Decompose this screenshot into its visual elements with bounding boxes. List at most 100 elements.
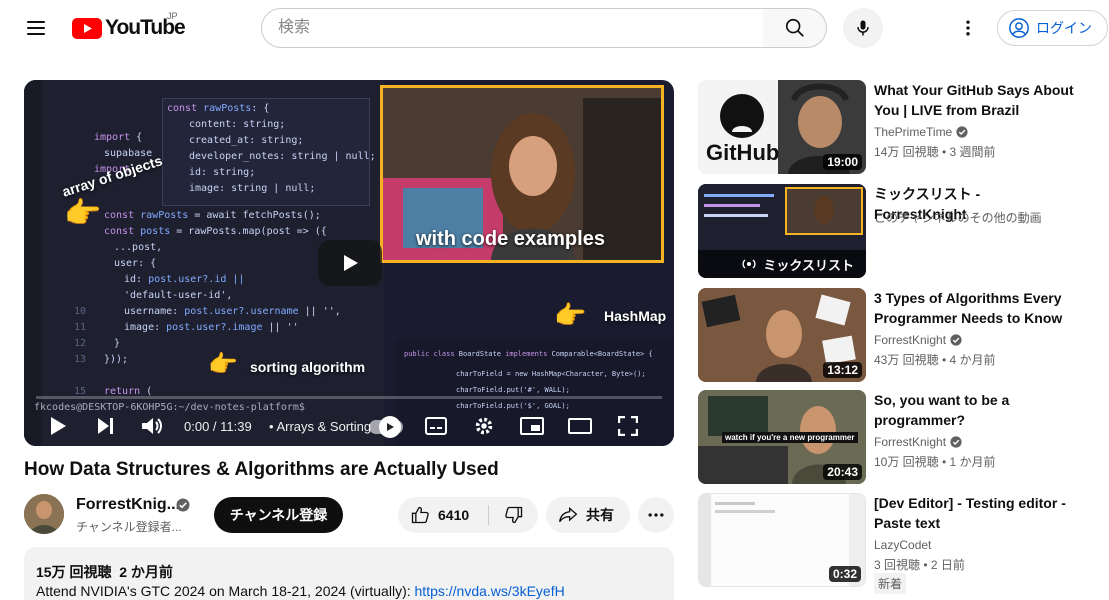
upload-date: 2 か月前 bbox=[119, 564, 173, 580]
recommended-channel-name: ForrestKnight bbox=[874, 435, 947, 449]
description-link[interactable]: https://nvda.ws/3kEyefH bbox=[415, 583, 565, 599]
channel-avatar-image bbox=[24, 494, 64, 534]
mix-thumbnail[interactable]: ミックスリスト bbox=[698, 184, 866, 278]
next-button[interactable] bbox=[92, 412, 120, 440]
overlay-sorting-label: sorting algorithm bbox=[250, 359, 366, 375]
chapter-title[interactable]: • Arrays & Sorting bbox=[269, 419, 371, 434]
play-button[interactable] bbox=[44, 412, 72, 440]
dislike-button[interactable] bbox=[489, 497, 538, 533]
subscribe-button[interactable]: チャンネル登録 bbox=[214, 497, 343, 533]
pointing-hand-emoji: 👉 bbox=[64, 197, 102, 230]
verified-icon bbox=[950, 436, 962, 448]
duration-badge: 19:00 bbox=[823, 154, 862, 170]
description-box[interactable]: 15万 回視聴 2 か月前 Attend NVIDIA's GTC 2024 o… bbox=[24, 547, 674, 600]
skip-next-icon bbox=[98, 418, 113, 434]
recommended-channel[interactable]: このチャンネルのその他の動画 bbox=[874, 209, 1042, 226]
view-count: 15万 回視聴 bbox=[36, 564, 112, 580]
autoplay-toggle-knob bbox=[379, 416, 401, 438]
pointing-hand-emoji: 👉 bbox=[554, 300, 587, 330]
recommended-title[interactable]: What Your GitHub Says About You | LIVE f… bbox=[874, 80, 1074, 120]
voice-search-button[interactable] bbox=[843, 8, 883, 48]
recommended-channel-name: このチャンネルのその他の動画 bbox=[874, 211, 1042, 225]
miniplayer-button[interactable] bbox=[518, 412, 546, 440]
volume-button[interactable] bbox=[138, 412, 166, 440]
login-button[interactable]: ログイン bbox=[997, 10, 1108, 46]
video-thumbnail[interactable]: 13:12 bbox=[698, 288, 866, 382]
recommended-title[interactable]: [Dev Editor] - Testing editor - Paste te… bbox=[874, 493, 1074, 533]
video-thumbnail[interactable]: GitHub 19:00 bbox=[698, 80, 866, 174]
recommended-channel[interactable]: LazyCodet bbox=[874, 538, 931, 552]
recommended-title[interactable]: So, you want to be a programmer? bbox=[874, 390, 1074, 430]
video-thumbnail[interactable]: watch if you're a new programmer 20:43 bbox=[698, 390, 866, 484]
recommended-channel[interactable]: ForrestKnight bbox=[874, 435, 962, 449]
description-text: Attend NVIDIA's GTC 2024 on March 18-21,… bbox=[36, 583, 565, 599]
thumbs-down-icon bbox=[504, 506, 522, 524]
recommended-video[interactable]: watch if you're a new programmer 20:43 S… bbox=[698, 390, 1108, 484]
large-play-button[interactable] bbox=[318, 240, 382, 286]
thumbnail-text: GitHub bbox=[706, 140, 780, 165]
duration-badge: 13:12 bbox=[823, 362, 862, 378]
region-label: JP bbox=[167, 11, 178, 21]
youtube-play-icon bbox=[72, 17, 102, 39]
microphone-icon bbox=[857, 20, 869, 36]
recommended-channel[interactable]: ForrestKnight bbox=[874, 333, 962, 347]
recommended-mix[interactable]: ミックスリスト ミックスリスト - ForrestKnight このチャンネルの… bbox=[698, 184, 1108, 278]
recommended-channel-name: ThePrimeTime bbox=[874, 125, 953, 139]
search-button[interactable] bbox=[763, 8, 827, 48]
thumbnail-text: watch if you're a new programmer bbox=[722, 432, 858, 443]
volume-icon bbox=[142, 418, 162, 434]
more-actions-button[interactable] bbox=[638, 497, 674, 533]
verified-icon bbox=[176, 498, 190, 512]
fullscreen-button[interactable] bbox=[614, 412, 642, 440]
like-count: 6410 bbox=[438, 507, 470, 523]
more-vert-icon bbox=[966, 20, 970, 36]
menu-icon[interactable] bbox=[20, 12, 52, 44]
share-label: 共有 bbox=[586, 507, 614, 523]
video-title: How Data Structures & Algorithms are Act… bbox=[24, 459, 499, 480]
share-icon bbox=[559, 506, 578, 523]
share-button[interactable]: 共有 bbox=[546, 497, 630, 533]
mix-radio-icon bbox=[742, 259, 756, 269]
pointing-hand-emoji: 👉 bbox=[208, 351, 238, 378]
recommended-video[interactable]: 0:32 [Dev Editor] - Testing editor - Pas… bbox=[698, 493, 1108, 594]
recommended-channel-name: LazyCodet bbox=[874, 538, 932, 552]
more-horiz-icon bbox=[648, 513, 664, 517]
recommended-video[interactable]: GitHub 19:00 What Your GitHub Says About… bbox=[698, 80, 1108, 174]
progress-bar[interactable] bbox=[36, 396, 662, 399]
mix-label: ミックスリスト bbox=[763, 257, 854, 273]
account-icon bbox=[1009, 18, 1029, 38]
recommended-meta: 10万 回視聴 • 1 か月前 bbox=[874, 455, 996, 469]
mix-overlay: ミックスリスト bbox=[698, 250, 866, 278]
play-icon bbox=[344, 255, 358, 271]
like-button[interactable]: 6410 bbox=[398, 497, 488, 533]
play-icon bbox=[51, 417, 66, 435]
overlay-code-examples-label: with code examples bbox=[416, 228, 605, 250]
verified-icon bbox=[956, 126, 968, 138]
new-badge: 新着 bbox=[874, 573, 907, 594]
settings-button[interactable] bbox=[470, 412, 498, 440]
search-input[interactable] bbox=[262, 9, 763, 47]
recommended-channel[interactable]: ThePrimeTime bbox=[874, 125, 968, 139]
channel-name[interactable]: ForrestKnig... bbox=[76, 496, 180, 514]
recommended-title[interactable]: 3 Types of Algorithms Every Programmer N… bbox=[874, 288, 1074, 328]
theater-icon bbox=[568, 418, 592, 434]
video-player[interactable]: import { supabase import const rawPosts … bbox=[24, 80, 674, 446]
channel-avatar[interactable] bbox=[24, 494, 64, 534]
gear-icon bbox=[475, 417, 493, 435]
video-thumbnail[interactable]: 0:32 bbox=[698, 493, 866, 587]
duration-badge: 20:43 bbox=[823, 464, 862, 480]
recommended-video[interactable]: 13:12 3 Types of Algorithms Every Progra… bbox=[698, 288, 1108, 382]
description-stats: 15万 回視聴 2 か月前 bbox=[36, 562, 173, 582]
thumbnail-type-popup: const rawPosts: { content: string; creat… bbox=[162, 98, 376, 206]
autoplay-play-icon bbox=[387, 423, 394, 431]
subtitles-button[interactable] bbox=[422, 412, 450, 440]
miniplayer-icon bbox=[520, 417, 544, 435]
recommended-meta: 14万 回視聴 • 3 週間前 bbox=[874, 145, 996, 159]
time-display: 0:00 / 11:39 bbox=[184, 419, 252, 434]
recommended-channel-name: ForrestKnight bbox=[874, 333, 947, 347]
like-dislike-group: 6410 bbox=[398, 497, 538, 533]
settings-more-button[interactable] bbox=[952, 12, 984, 44]
login-label: ログイン bbox=[1036, 20, 1092, 36]
theater-mode-button[interactable] bbox=[566, 412, 594, 440]
recommended-meta: 3 回視聴 • 2 日前 bbox=[874, 558, 965, 572]
